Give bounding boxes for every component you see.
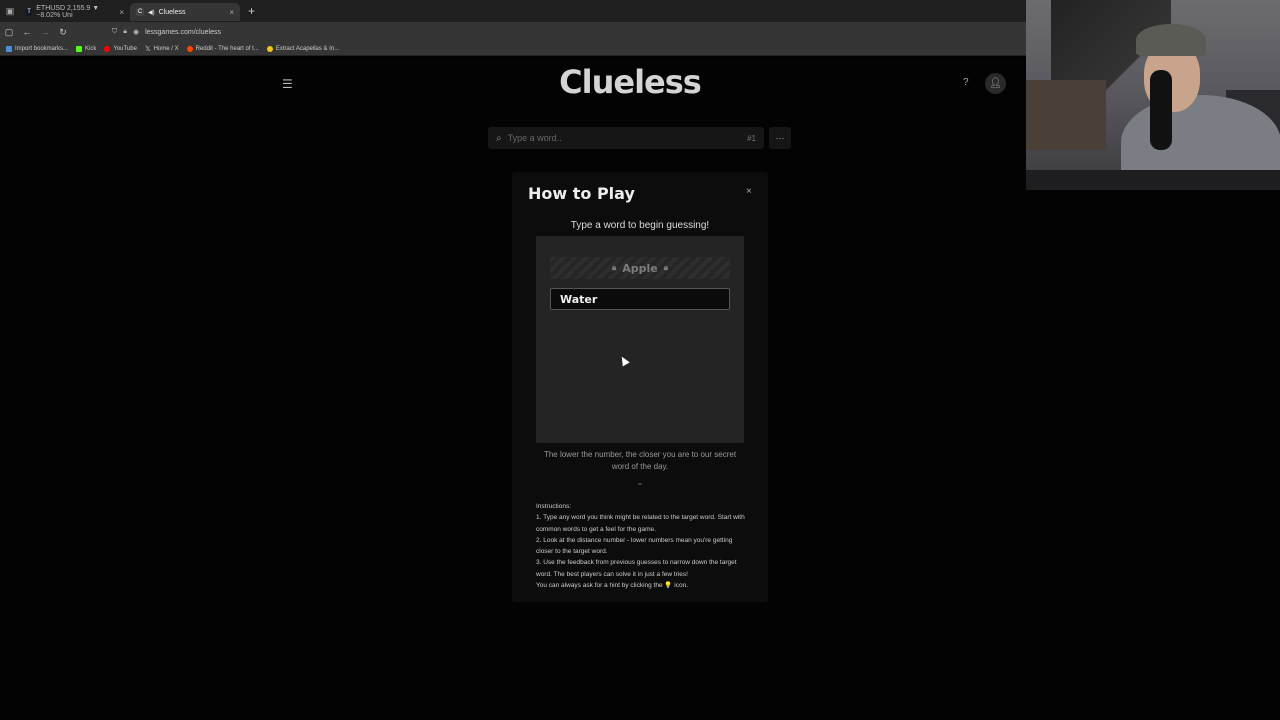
help-icon[interactable]: ?	[963, 77, 969, 88]
reddit-icon	[186, 45, 193, 52]
acapellas-icon	[266, 45, 273, 52]
tab-ethusd[interactable]: T ETHUSD 2,155.9 ▼ −8.02% Uni ×	[20, 3, 130, 21]
import-icon	[6, 45, 12, 52]
bookmark-label: Import bookmarks...	[15, 45, 69, 52]
tab-title: ETHUSD 2,155.9 ▼ −8.02% Uni	[36, 5, 100, 19]
bookmark-label: Kick	[85, 45, 97, 52]
kick-icon	[76, 45, 83, 52]
bookmark-label: YouTube	[113, 45, 137, 52]
demo-word-input: Water	[550, 288, 730, 310]
lock-icon: 🔒︎	[663, 263, 669, 272]
more-options-button[interactable]: ···	[769, 127, 791, 149]
close-icon[interactable]: ×	[229, 8, 234, 17]
new-tab-button[interactable]: +	[240, 4, 263, 18]
webcam-person-cap	[1136, 24, 1206, 56]
x-icon: 𝕏	[144, 45, 151, 53]
demo-caption: The lower the number, the closer you are…	[543, 450, 737, 471]
search-icon: ⌕	[496, 132, 502, 144]
instruction-line: 2. Look at the distance number - lower n…	[536, 536, 733, 556]
demo-panel: 🔒︎ Apple 🔒︎ Water	[536, 236, 744, 443]
url-field[interactable]: ⛉ 🔒︎ ◉ lessgames.com/clueless	[112, 28, 221, 36]
sidebar-icon[interactable]: ▢	[0, 27, 18, 38]
tab-title: Clueless	[158, 8, 186, 16]
instruction-line: 1. Type any word you think might be rela…	[536, 514, 745, 533]
reload-icon[interactable]: ↻	[54, 27, 72, 38]
tradingview-icon: T	[26, 8, 33, 16]
word-search-bar: ⌕ #1	[488, 127, 764, 149]
word-input[interactable]	[507, 133, 742, 143]
bookmark-acapellas[interactable]: Extract Acapellas & In...	[266, 45, 340, 52]
url-text[interactable]: lessgames.com/clueless	[145, 29, 221, 36]
tab-list-icon[interactable]: ▣	[0, 0, 20, 22]
speaker-icon: ◀)	[148, 9, 155, 16]
modal-title: How to Play	[528, 184, 635, 203]
modal-subtitle: Type a word to begin guessing!	[570, 220, 710, 231]
close-icon[interactable]: ×	[746, 186, 752, 197]
bookmark-label: Reddit - The heart of t...	[195, 45, 259, 52]
instruction-line: You can always ask for a hint by clickin…	[536, 582, 689, 590]
back-icon[interactable]: ←	[18, 27, 36, 37]
webcam-microphone	[1150, 70, 1172, 150]
site-info-icon[interactable]: ◉	[133, 28, 139, 36]
guess-counter: #1	[747, 133, 756, 143]
chevron-down-icon[interactable]: ⌄	[512, 478, 768, 487]
webcam-shelf	[1026, 80, 1106, 150]
close-icon[interactable]: ×	[119, 8, 124, 17]
bookmark-x[interactable]: 𝕏 Home / X	[145, 45, 179, 53]
instruction-line: 3. Use the feedback from previous guesse…	[536, 559, 737, 578]
youtube-icon	[104, 45, 111, 52]
user-account-icon[interactable]: 👤︎	[985, 73, 1006, 94]
locked-word: Apple	[622, 261, 658, 275]
lock-icon: 🔒︎	[611, 263, 617, 272]
webcam-overlay	[1026, 0, 1280, 190]
instructions: Instructions: 1. Type any word you think…	[536, 501, 748, 591]
bookmark-label: Home / X	[153, 45, 179, 52]
tab-clueless[interactable]: C ◀) Clueless ×	[130, 3, 240, 21]
forward-icon[interactable]: →	[36, 27, 54, 37]
bookmark-youtube[interactable]: YouTube	[104, 45, 137, 52]
bookmark-import[interactable]: Import bookmarks...	[6, 45, 69, 52]
webcam-desk	[1026, 170, 1280, 190]
bookmark-reddit[interactable]: Reddit - The heart of t...	[186, 45, 259, 52]
demo-locked-word: 🔒︎ Apple 🔒︎	[550, 257, 730, 279]
bookmark-label: Extract Acapellas & In...	[275, 45, 340, 52]
how-to-play-modal: How to Play × Type a word to begin guess…	[512, 172, 768, 602]
instructions-heading: Instructions:	[536, 503, 572, 510]
bookmark-kick[interactable]: Kick	[76, 45, 97, 52]
lock-icon[interactable]: 🔒︎	[123, 28, 127, 36]
clueless-icon: C	[136, 8, 144, 16]
shield-icon[interactable]: ⛉	[112, 28, 117, 36]
